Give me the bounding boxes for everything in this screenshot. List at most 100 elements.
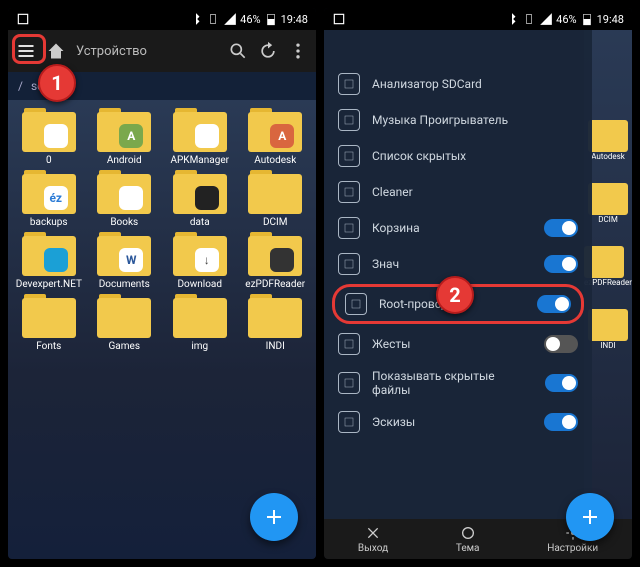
folder-icon: A bbox=[95, 108, 153, 152]
folder-item[interactable]: ezPDFReader bbox=[239, 232, 313, 290]
toggle-switch[interactable] bbox=[544, 335, 578, 353]
crumb-root[interactable]: / bbox=[18, 79, 23, 93]
folder-item[interactable]: Devexpert.NET bbox=[12, 232, 86, 290]
bottombar-icon bbox=[365, 525, 381, 541]
bottombar-выход[interactable]: Выход bbox=[358, 525, 388, 554]
folder-icon: W bbox=[95, 232, 153, 276]
folder-item[interactable]: éz backups bbox=[12, 170, 86, 228]
bottombar-label: Выход bbox=[358, 543, 388, 554]
folder-item[interactable]: DCIM bbox=[239, 170, 313, 228]
drawer-item[interactable]: Эскизы bbox=[324, 404, 592, 440]
drawer-item[interactable]: Корзина bbox=[324, 210, 592, 246]
peek-label: Autodesk bbox=[588, 152, 628, 161]
drawer-item-icon bbox=[338, 217, 360, 239]
statusbar: 46% 19:48 bbox=[324, 8, 632, 30]
peek-folder[interactable]: DCIM bbox=[588, 183, 628, 224]
folder-item[interactable]: ↓ Download bbox=[163, 232, 237, 290]
folder-item[interactable]: A Autodesk bbox=[239, 108, 313, 166]
battery-percent: 46% bbox=[556, 13, 576, 26]
toggle-switch[interactable] bbox=[537, 295, 571, 313]
menu-icon[interactable] bbox=[16, 41, 36, 61]
folder-icon bbox=[171, 108, 229, 152]
peek-folder[interactable]: Autodesk bbox=[588, 120, 628, 161]
bottombar-тема[interactable]: Тема bbox=[456, 525, 480, 554]
drawer-item[interactable]: Список скрытых bbox=[324, 138, 592, 174]
toggle-switch[interactable] bbox=[544, 413, 578, 431]
battery-percent: 46% bbox=[240, 13, 260, 26]
drawer-item-icon bbox=[338, 411, 360, 433]
drawer-item[interactable]: Показывать скрытые файлы bbox=[324, 362, 592, 404]
bottombar-label: Тема bbox=[456, 543, 480, 554]
drawer-item-label: Жесты bbox=[372, 337, 410, 351]
toggle-switch[interactable] bbox=[544, 255, 578, 273]
folder-item[interactable]: APKManager bbox=[163, 108, 237, 166]
callout-1: 1 bbox=[38, 64, 76, 102]
drawer-item[interactable]: Анализатор SDCard bbox=[324, 66, 592, 102]
fab-add[interactable] bbox=[566, 493, 614, 541]
folder-icon bbox=[246, 170, 304, 214]
folder-icon bbox=[171, 170, 229, 214]
folder-label: Books bbox=[110, 217, 138, 228]
bottombar-label: Настройки bbox=[547, 543, 598, 554]
plus-icon bbox=[262, 505, 286, 529]
overflow-icon[interactable] bbox=[288, 41, 308, 61]
peek-folder[interactable]: INDI bbox=[588, 309, 628, 350]
drawer-item-label: Корзина bbox=[372, 221, 420, 235]
folder-item[interactable]: W Documents bbox=[88, 232, 162, 290]
folder-item[interactable]: Books bbox=[88, 170, 162, 228]
drawer-item-label: Анализатор SDCard bbox=[372, 77, 482, 91]
battery-icon bbox=[580, 12, 594, 26]
folder-label: Autodesk bbox=[254, 155, 296, 166]
plus-icon bbox=[578, 505, 602, 529]
fab-add[interactable] bbox=[250, 493, 298, 541]
settings-drawer: Анализатор SDCard Музыка Проигрыватель С… bbox=[324, 30, 592, 519]
folder-item[interactable]: INDI bbox=[239, 294, 313, 352]
folder-label: INDI bbox=[266, 341, 285, 352]
folder-label: 0 bbox=[46, 155, 52, 166]
folder-item[interactable]: data bbox=[163, 170, 237, 228]
folder-icon: ↓ bbox=[171, 232, 229, 276]
device-label[interactable]: Устройство bbox=[76, 44, 147, 59]
drawer-item-label: Список скрытых bbox=[372, 149, 466, 163]
peek-label: INDI bbox=[588, 341, 628, 350]
bluetooth-icon bbox=[189, 12, 203, 26]
search-icon[interactable] bbox=[228, 41, 248, 61]
folder-label: img bbox=[191, 341, 208, 352]
home-icon[interactable] bbox=[46, 41, 66, 61]
folder-icon bbox=[95, 294, 153, 338]
folder-item[interactable]: Games bbox=[88, 294, 162, 352]
drawer-item-icon bbox=[338, 181, 360, 203]
app-icon bbox=[16, 12, 30, 26]
folder-icon: A bbox=[246, 108, 304, 152]
folder-item[interactable]: img bbox=[163, 294, 237, 352]
folder-item[interactable]: A Android bbox=[88, 108, 162, 166]
folder-label: backups bbox=[30, 217, 68, 228]
folder-icon bbox=[246, 294, 304, 338]
drawer-item-label: Показывать скрытые файлы bbox=[372, 369, 533, 397]
toggle-switch[interactable] bbox=[544, 219, 578, 237]
folder-grid: 0 A Android APKManager A Autodesk éz bac… bbox=[8, 100, 316, 559]
drawer-item-icon bbox=[338, 145, 360, 167]
drawer-item[interactable]: Музыка Проигрыватель bbox=[324, 102, 592, 138]
drawer-item-label: Cleaner bbox=[372, 185, 413, 199]
refresh-icon[interactable] bbox=[258, 41, 278, 61]
drawer-item-icon bbox=[345, 293, 367, 315]
right-phone: 46% 19:48 AutodeskDCIMezPDFReaderINDI Ан… bbox=[324, 8, 632, 559]
toggle-switch[interactable] bbox=[545, 374, 578, 392]
drawer-item[interactable]: Cleaner bbox=[324, 174, 592, 210]
folder-icon bbox=[246, 232, 304, 276]
folder-label: Games bbox=[109, 341, 140, 352]
folder-label: Android bbox=[107, 155, 142, 166]
app-icon bbox=[332, 12, 346, 26]
folder-item[interactable]: Fonts bbox=[12, 294, 86, 352]
drawer-item-icon bbox=[338, 73, 360, 95]
drawer-item-label: Музыка Проигрыватель bbox=[372, 113, 508, 127]
vibrate-icon bbox=[206, 12, 220, 26]
callout-2: 2 bbox=[436, 276, 474, 314]
folder-icon: éz bbox=[20, 170, 78, 214]
folder-label: APKManager bbox=[170, 155, 229, 166]
folder-label: Documents bbox=[99, 279, 150, 290]
drawer-item[interactable]: Жесты bbox=[324, 326, 592, 362]
folder-label: DCIM bbox=[263, 217, 288, 228]
folder-item[interactable]: 0 bbox=[12, 108, 86, 166]
